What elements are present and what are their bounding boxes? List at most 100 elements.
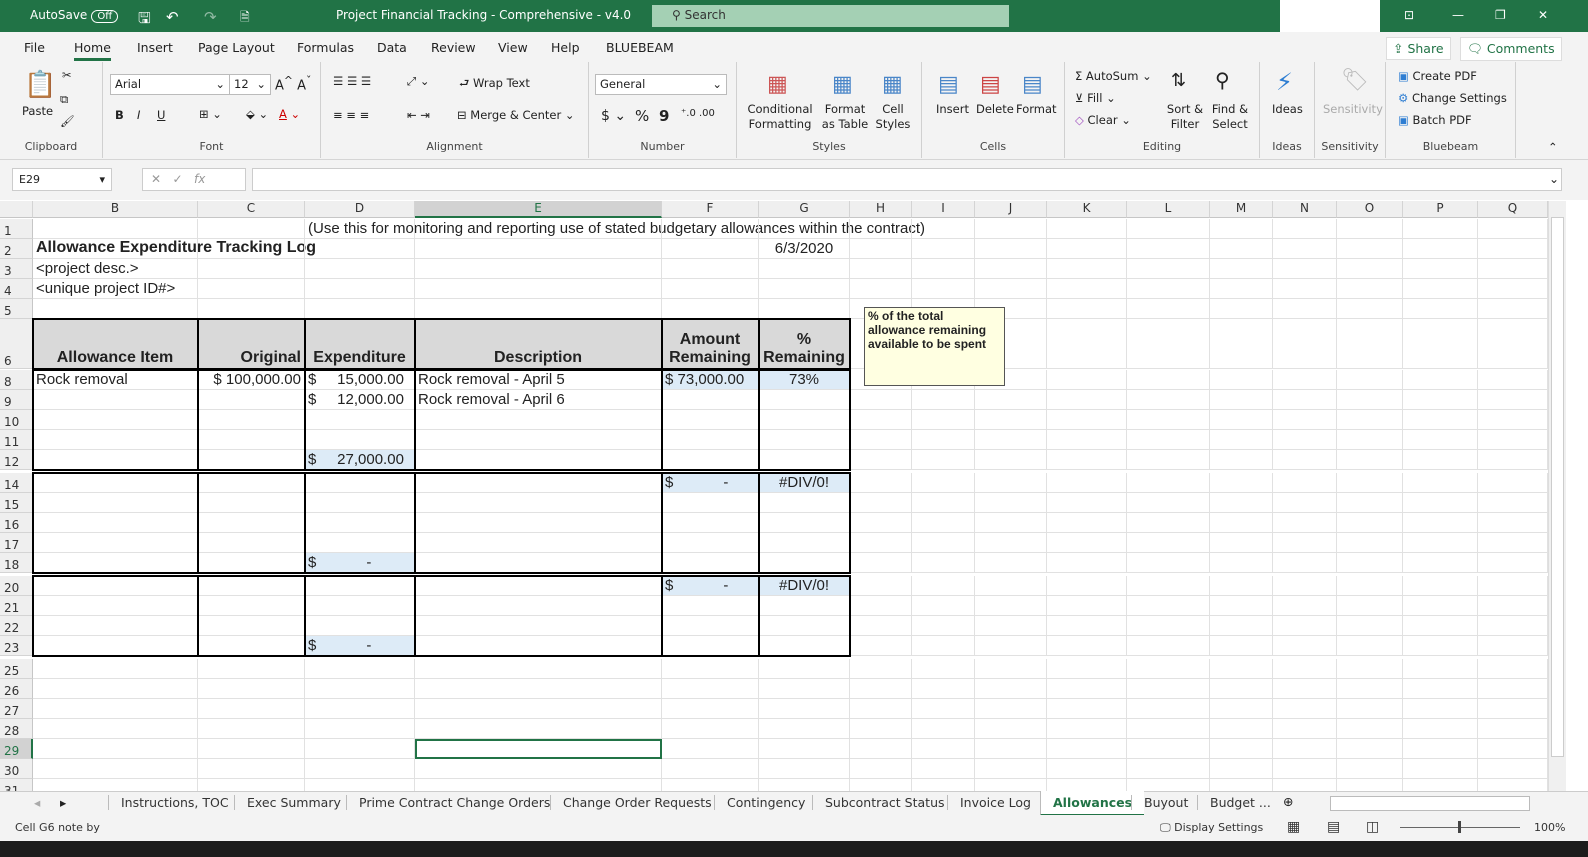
cell-E25[interactable] [415,659,662,679]
cell-P29[interactable] [1403,739,1478,759]
cell-E2[interactable] [415,239,662,259]
cell-I11[interactable] [912,430,975,450]
cell-F16[interactable] [662,513,759,533]
cell-H9[interactable] [850,390,912,410]
cell-Q16[interactable] [1478,513,1548,533]
cell-D26[interactable] [305,679,415,699]
cell-H17[interactable] [850,533,912,553]
cell-C6[interactable]: Original [198,319,305,369]
cell-M10[interactable] [1210,410,1273,430]
cell-G18[interactable] [759,553,850,573]
cell-G16[interactable] [759,513,850,533]
cell-E28[interactable] [415,719,662,739]
cell-Q20[interactable] [1478,576,1548,596]
cell-E1[interactable] [415,219,662,239]
cell-Q8[interactable] [1478,370,1548,390]
cell-O3[interactable] [1337,259,1403,279]
cell-B3[interactable]: <project desc.> [33,259,198,279]
cell-C29[interactable] [198,739,305,759]
cell-E27[interactable] [415,699,662,719]
indent-icon[interactable]: ⇤ ⇥ [407,108,430,122]
cell-M31[interactable] [1210,779,1273,791]
font-color-icon[interactable]: A ⌄ [279,107,300,121]
cell-H1[interactable] [850,219,912,239]
cell-F31[interactable] [662,779,759,791]
cell-B14[interactable] [33,473,198,493]
cell-H2[interactable] [850,239,912,259]
row-header-12[interactable]: 12 [0,450,33,470]
cell-K1[interactable] [1047,219,1127,239]
cell-F18[interactable] [662,553,759,573]
cell-L20[interactable] [1127,576,1210,596]
column-header-L[interactable]: L [1127,201,1210,218]
cell-M20[interactable] [1210,576,1273,596]
row-header-23[interactable]: 23 [0,636,33,656]
sheet-tab[interactable]: Invoice Log [947,795,1043,810]
cell-K12[interactable] [1047,450,1127,470]
menu-tab-formulas[interactable]: Formulas [297,40,354,55]
cell-E11[interactable] [415,430,662,450]
cell-L16[interactable] [1127,513,1210,533]
cell-K29[interactable] [1047,739,1127,759]
cell-L11[interactable] [1127,430,1210,450]
cell-K20[interactable] [1047,576,1127,596]
cell-F14[interactable]: $ - [662,473,759,493]
cell-J3[interactable] [975,259,1047,279]
cell-Q14[interactable] [1478,473,1548,493]
cell-I27[interactable] [912,699,975,719]
cell-L3[interactable] [1127,259,1210,279]
cell-H11[interactable] [850,430,912,450]
cell-E18[interactable] [415,553,662,573]
font-size-select[interactable]: 12 ⌄ [229,74,271,95]
cell-B17[interactable] [33,533,198,553]
cell-K8[interactable] [1047,370,1127,390]
cell-D3[interactable] [305,259,415,279]
cell-P25[interactable] [1403,659,1478,679]
ribbon-display-icon[interactable]: ⊡ [1404,8,1414,22]
cell-G25[interactable] [759,659,850,679]
cell-M27[interactable] [1210,699,1273,719]
column-header-J[interactable]: J [975,201,1047,218]
cell-Q17[interactable] [1478,533,1548,553]
cell-J14[interactable] [975,473,1047,493]
vertical-scrollbar[interactable] [1548,201,1566,791]
row-header-11[interactable]: 11 [0,430,33,450]
cell-M28[interactable] [1210,719,1273,739]
change-settings-button[interactable]: ⚙ Change Settings [1398,91,1507,105]
row-header-21[interactable]: 21 [0,596,33,616]
cell-C5[interactable] [198,299,305,319]
clear-button[interactable]: ◇ Clear ⌄ [1075,113,1131,127]
row-header-18[interactable]: 18 [0,553,33,573]
cell-L21[interactable] [1127,596,1210,616]
cell-H14[interactable] [850,473,912,493]
cell-H23[interactable] [850,636,912,656]
cell-O12[interactable] [1337,450,1403,470]
cell-N16[interactable] [1273,513,1337,533]
cell-M30[interactable] [1210,759,1273,779]
insert-function-icon[interactable]: fx [194,172,205,186]
cell-D30[interactable] [305,759,415,779]
cell-B2[interactable]: Allowance Expenditure Tracking Log [33,239,316,259]
row-header-27[interactable]: 27 [0,699,33,719]
page-break-view-icon[interactable]: ◫ [1366,819,1379,835]
cell-N23[interactable] [1273,636,1337,656]
cell-P21[interactable] [1403,596,1478,616]
cell-B10[interactable] [33,410,198,430]
cell-J2[interactable] [975,239,1047,259]
cell-J1[interactable] [975,219,1047,239]
cell-C4[interactable] [198,279,305,299]
cell-O18[interactable] [1337,553,1403,573]
cell-N30[interactable] [1273,759,1337,779]
cell-L27[interactable] [1127,699,1210,719]
cell-E16[interactable] [415,513,662,533]
cell-D31[interactable] [305,779,415,791]
cell-Q3[interactable] [1478,259,1548,279]
cell-J27[interactable] [975,699,1047,719]
column-header-O[interactable]: O [1337,201,1403,218]
cell-M1[interactable] [1210,219,1273,239]
cell-L28[interactable] [1127,719,1210,739]
cell-K23[interactable] [1047,636,1127,656]
column-header-E[interactable]: E [415,201,662,218]
cell-I29[interactable] [912,739,975,759]
cell-P15[interactable] [1403,493,1478,513]
